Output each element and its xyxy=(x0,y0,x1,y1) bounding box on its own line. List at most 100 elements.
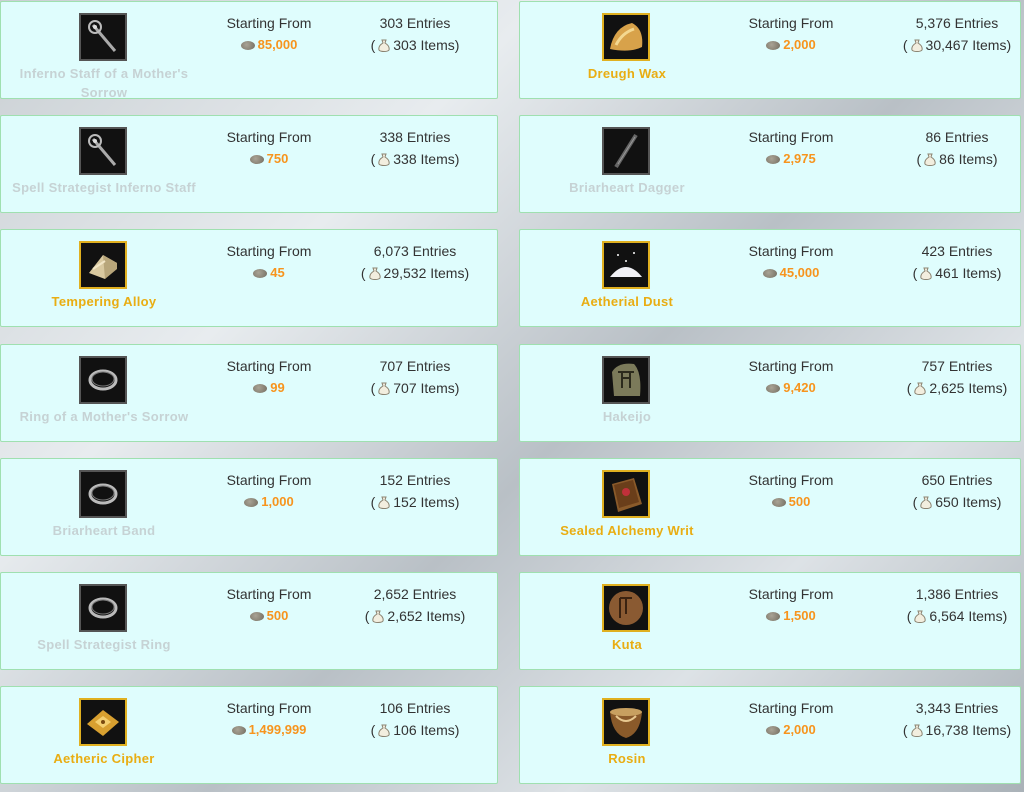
listing-card[interactable]: Briarheart Band Starting From 1,000 152 … xyxy=(0,458,498,556)
starting-from-label: Starting From xyxy=(748,472,834,488)
item-name[interactable]: Kuta xyxy=(524,635,730,654)
item-name[interactable]: Inferno Staff of a Mother's Sorrow xyxy=(1,64,207,102)
gold-coin-icon xyxy=(249,612,264,621)
item-name[interactable]: Spell Strategist Inferno Staff xyxy=(1,178,207,197)
bag-icon xyxy=(924,153,936,166)
starting-from-label: Starting From xyxy=(748,586,834,602)
gold-coin-icon xyxy=(766,612,781,621)
gold-coin-icon xyxy=(766,41,781,50)
bag-icon xyxy=(914,382,927,395)
gold-coin-icon xyxy=(762,269,777,278)
entries-count: 650 Entries xyxy=(921,472,993,488)
starting-from-label: Starting From xyxy=(226,129,312,145)
dust-icon xyxy=(602,241,650,289)
gold-coin-icon xyxy=(253,269,268,278)
item-name[interactable]: Rosin xyxy=(524,749,730,768)
listing-card[interactable]: Hakeijo Starting From 9,420 757 Entries … xyxy=(519,344,1021,442)
item-name[interactable]: Hakeijo xyxy=(524,407,730,426)
price: 1,500 xyxy=(731,608,851,623)
price: 750 xyxy=(209,151,329,166)
price: 2,975 xyxy=(731,151,851,166)
rune-round-icon xyxy=(602,584,650,632)
listing-card[interactable]: Inferno Staff of a Mother's Sorrow Start… xyxy=(0,1,498,102)
items-count: (29,532 Items) xyxy=(360,265,470,281)
items-count: (338 Items) xyxy=(370,151,460,167)
cipher-icon xyxy=(79,698,127,746)
listing-card[interactable]: Rosin Starting From 2,000 3,343 Entries … xyxy=(519,686,1021,784)
items-count: (86 Items) xyxy=(916,151,998,167)
gold-coin-icon xyxy=(766,384,781,393)
price: 45 xyxy=(209,265,329,280)
price: 2,000 xyxy=(731,37,851,52)
entries-count: 423 Entries xyxy=(921,243,993,259)
listing-card[interactable]: Kuta Starting From 1,500 1,386 Entries (… xyxy=(519,572,1021,670)
gold-coin-icon xyxy=(766,155,781,164)
gold-coin-icon xyxy=(244,498,259,507)
items-count: (106 Items) xyxy=(370,722,460,738)
listing-card[interactable]: Dreugh Wax Starting From 2,000 5,376 Ent… xyxy=(519,1,1021,99)
starting-from-label: Starting From xyxy=(748,243,834,259)
listing-card[interactable]: Ring of a Mother's Sorrow Starting From … xyxy=(0,344,498,442)
items-count: (461 Items) xyxy=(912,265,1002,281)
price: 99 xyxy=(209,380,329,395)
bag-icon xyxy=(914,610,927,623)
gold-coin-icon xyxy=(231,726,246,735)
starting-from-label: Starting From xyxy=(748,129,834,145)
item-name[interactable]: Tempering Alloy xyxy=(1,292,207,311)
starting-from-label: Starting From xyxy=(748,700,834,716)
listing-card[interactable]: Tempering Alloy Starting From 45 6,073 E… xyxy=(0,229,498,327)
item-name[interactable]: Sealed Alchemy Writ xyxy=(524,521,730,540)
items-count: (2,652 Items) xyxy=(364,608,466,624)
listing-card[interactable]: Spell Strategist Ring Starting From 500 … xyxy=(0,572,498,670)
entries-count: 1,386 Entries xyxy=(915,586,999,602)
rune-stone-icon xyxy=(602,356,650,404)
starting-from-label: Starting From xyxy=(226,700,312,716)
dagger-icon xyxy=(602,127,650,175)
entries-count: 6,073 Entries xyxy=(373,243,457,259)
starting-from-label: Starting From xyxy=(226,243,312,259)
item-name[interactable]: Dreugh Wax xyxy=(524,64,730,83)
starting-from-label: Starting From xyxy=(226,472,312,488)
items-count: (152 Items) xyxy=(370,494,460,510)
entries-count: 106 Entries xyxy=(379,700,451,716)
gold-coin-icon xyxy=(240,41,255,50)
bag-icon xyxy=(910,724,923,737)
wax-icon xyxy=(602,13,650,61)
listing-card[interactable]: Briarheart Dagger Starting From 2,975 86… xyxy=(519,115,1021,213)
bag-icon xyxy=(378,39,390,52)
item-name[interactable]: Briarheart Band xyxy=(1,521,207,540)
item-name[interactable]: Ring of a Mother's Sorrow xyxy=(1,407,207,426)
items-count: (16,738 Items) xyxy=(902,722,1012,738)
gold-coin-icon xyxy=(766,726,781,735)
listing-card[interactable]: Sealed Alchemy Writ Starting From 500 65… xyxy=(519,458,1021,556)
item-name[interactable]: Aetherial Dust xyxy=(524,292,730,311)
gold-coin-icon xyxy=(253,384,268,393)
starting-from-label: Starting From xyxy=(748,15,834,31)
items-count: (650 Items) xyxy=(912,494,1002,510)
listing-card[interactable]: Spell Strategist Inferno Staff Starting … xyxy=(0,115,498,213)
item-name[interactable]: Spell Strategist Ring xyxy=(1,635,207,654)
starting-from-label: Starting From xyxy=(226,15,312,31)
entries-count: 152 Entries xyxy=(379,472,451,488)
items-count: (30,467 Items) xyxy=(902,37,1012,53)
items-count: (707 Items) xyxy=(370,380,460,396)
entries-count: 757 Entries xyxy=(921,358,993,374)
ring-icon xyxy=(79,356,127,404)
items-count: (2,625 Items) xyxy=(906,380,1008,396)
bag-icon xyxy=(378,496,390,509)
bag-icon xyxy=(920,267,932,280)
bag-icon xyxy=(378,382,390,395)
price: 500 xyxy=(731,494,851,509)
bag-icon xyxy=(920,496,932,509)
entries-count: 707 Entries xyxy=(379,358,451,374)
bag-icon xyxy=(378,724,390,737)
entries-count: 3,343 Entries xyxy=(915,700,999,716)
staff-icon xyxy=(79,127,127,175)
item-name[interactable]: Briarheart Dagger xyxy=(524,178,730,197)
listing-card[interactable]: Aetheric Cipher Starting From 1,499,999 … xyxy=(0,686,498,784)
price: 2,000 xyxy=(731,722,851,737)
listing-card[interactable]: Aetherial Dust Starting From 45,000 423 … xyxy=(519,229,1021,327)
bag-icon xyxy=(372,610,385,623)
item-name[interactable]: Aetheric Cipher xyxy=(1,749,207,768)
listing-grid: Inferno Staff of a Mother's Sorrow Start… xyxy=(0,0,1024,792)
